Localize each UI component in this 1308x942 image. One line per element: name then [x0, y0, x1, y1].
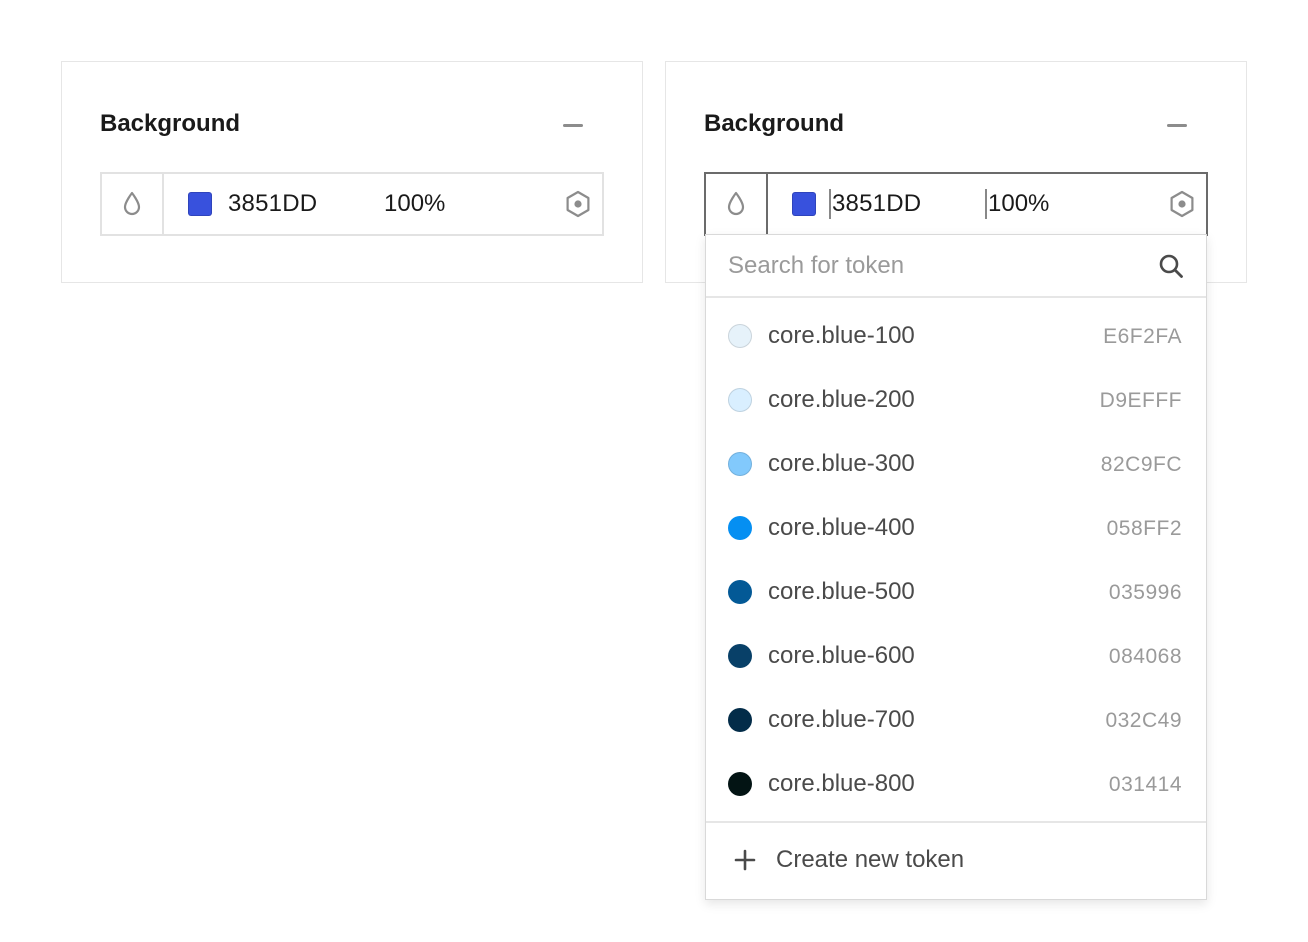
search-icon[interactable]	[1158, 253, 1184, 279]
token-color-dot	[728, 708, 752, 732]
hex-input[interactable]: 3851DD	[829, 189, 921, 219]
token-dropdown: core.blue-100E6F2FAcore.blue-200D9EFFFco…	[705, 234, 1207, 900]
color-value-area: 3851DD 100%	[164, 174, 602, 234]
hexagon-token-icon	[566, 190, 590, 218]
plus-icon	[734, 849, 756, 871]
token-hex: E6F2FA	[1103, 325, 1182, 348]
minus-icon[interactable]	[1166, 114, 1188, 136]
token-name: core.blue-500	[768, 578, 915, 605]
panel-title: Background	[704, 110, 845, 137]
opacity-input[interactable]: 100%	[384, 189, 445, 219]
token-name: core.blue-400	[768, 514, 915, 541]
token-item[interactable]: core.blue-100 E6F2FA	[706, 304, 1206, 368]
token-color-dot	[728, 772, 752, 796]
token-hex: 058FF2	[1106, 517, 1182, 540]
token-name: core.blue-700	[768, 706, 915, 733]
token-hex: 084068	[1108, 645, 1182, 668]
token-item[interactable]: core.blue-300 82C9FC	[706, 432, 1206, 496]
token-name: core.blue-800	[768, 770, 915, 797]
token-button[interactable]	[564, 190, 592, 218]
token-color-dot	[728, 324, 752, 348]
token-item[interactable]: core.blue-700 032C49	[706, 688, 1206, 752]
token-color-dot	[728, 452, 752, 476]
token-search-input[interactable]	[728, 249, 1128, 283]
token-color-dot	[728, 388, 752, 412]
token-hex: 031414	[1108, 773, 1182, 796]
hex-input[interactable]: 3851DD	[228, 189, 317, 219]
hexagon-token-icon	[1170, 190, 1194, 218]
token-color-dot	[728, 644, 752, 668]
minus-icon[interactable]	[562, 114, 584, 136]
droplet-icon	[123, 191, 141, 216]
token-item[interactable]: core.blue-400 058FF2	[706, 496, 1206, 560]
create-token-label: Create new token	[776, 846, 965, 873]
fill-type-button[interactable]	[102, 174, 164, 234]
token-name: core.blue-100	[768, 322, 915, 349]
token-item[interactable]: core.blue-200 D9EFFF	[706, 368, 1206, 432]
token-name: core.blue-600	[768, 642, 915, 669]
token-item[interactable]: core.blue-800 031414	[706, 752, 1206, 816]
fill-type-button[interactable]	[706, 174, 768, 234]
opacity-input[interactable]: 100%	[985, 189, 1049, 219]
create-token-button[interactable]: Create new token	[706, 821, 1206, 899]
color-value-area: 3851DD 100%	[768, 174, 1206, 234]
token-list: core.blue-100 E6F2FA core.blue-200 D9EFFF co…	[706, 304, 1206, 816]
token-hex: 035996	[1108, 581, 1182, 604]
token-hex: 82C9FC	[1100, 453, 1182, 476]
panel-title: Background	[100, 110, 241, 137]
token-name: core.blue-200	[768, 386, 915, 413]
droplet-icon	[727, 191, 745, 216]
token-color-dot	[728, 580, 752, 604]
token-search-bar	[706, 235, 1206, 298]
token-item[interactable]: core.blue-500 035996	[706, 560, 1206, 624]
token-color-dot	[728, 516, 752, 540]
color-fill-row[interactable]: 3851DD 100%	[100, 172, 604, 236]
token-hex: 032C49	[1105, 709, 1182, 732]
color-swatch[interactable]	[188, 192, 212, 216]
token-button[interactable]	[1168, 190, 1196, 218]
color-swatch[interactable]	[792, 192, 816, 216]
color-fill-row[interactable]: 3851DD 100%	[704, 172, 1208, 236]
token-name: core.blue-300	[768, 450, 915, 477]
token-hex: D9EFFF	[1099, 389, 1182, 412]
token-item[interactable]: core.blue-600 084068	[706, 624, 1206, 688]
background-panel: Background 3851DD 100%	[61, 61, 643, 283]
